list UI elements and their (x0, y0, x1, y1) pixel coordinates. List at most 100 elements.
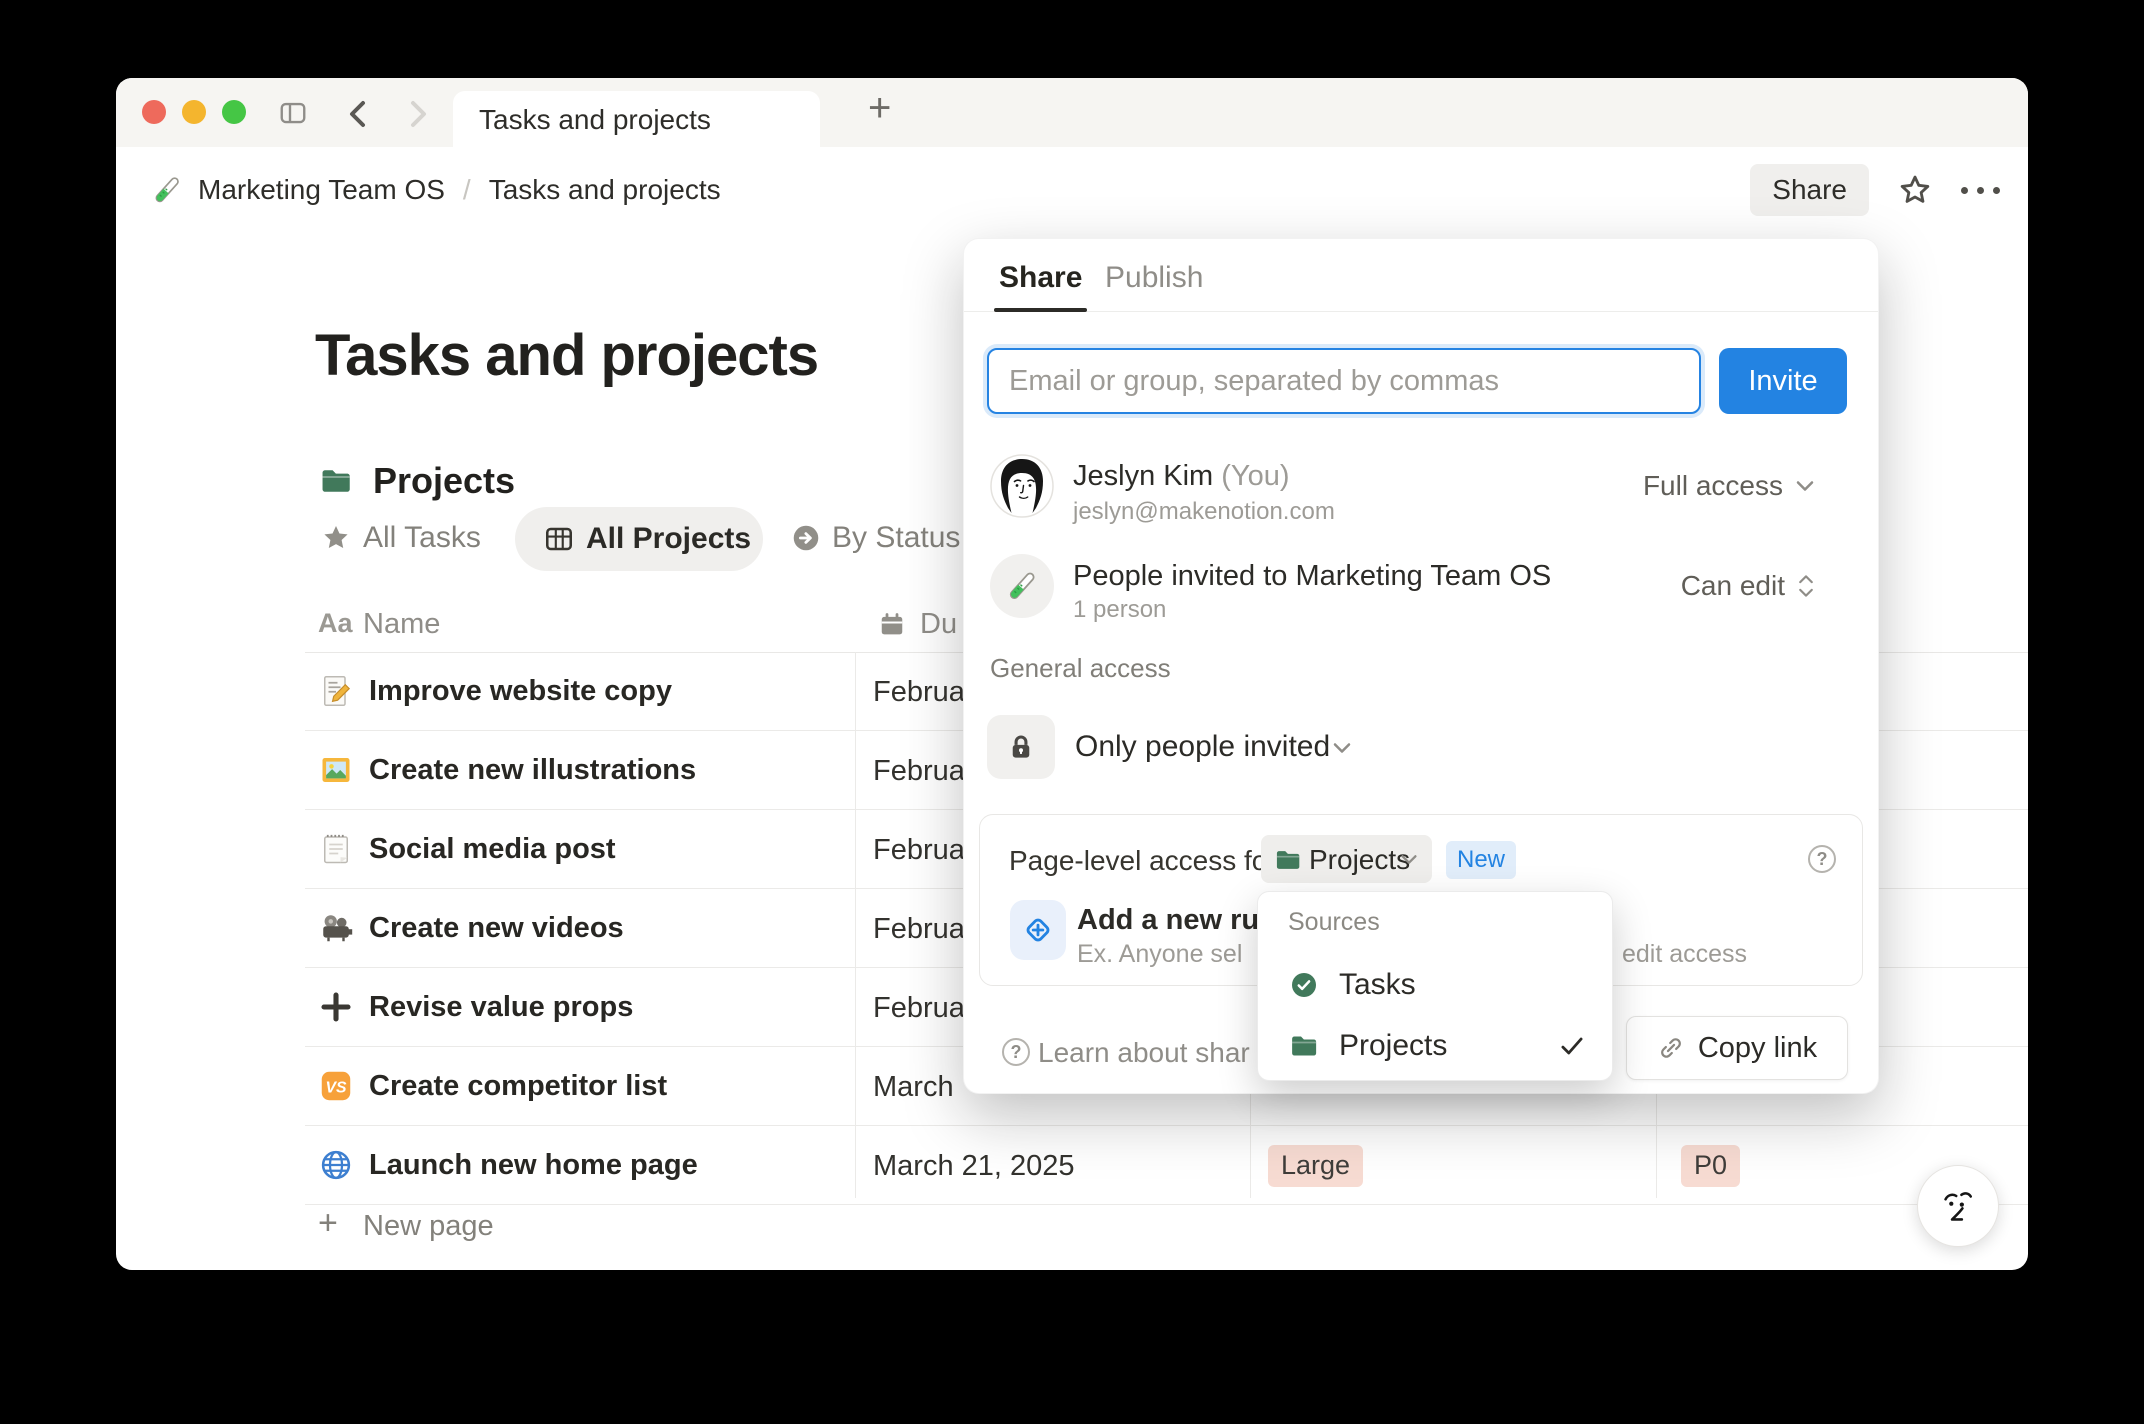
breadcrumb-separator: / (462, 174, 471, 205)
star-icon (320, 522, 352, 554)
minimize-window-button[interactable] (182, 100, 206, 124)
notion-window: Tasks and projects + Marketing Team OS /… (116, 78, 2028, 1270)
new-page-button[interactable]: + New page (305, 1198, 2028, 1256)
copy-link-button[interactable]: Copy link (1626, 1016, 1848, 1080)
new-page-label: New page (363, 1210, 494, 1242)
zoom-window-button[interactable] (222, 100, 246, 124)
heavy-plus-icon (318, 989, 354, 1025)
row-due-date[interactable]: Februa (873, 992, 965, 1025)
close-window-button[interactable] (142, 100, 166, 124)
tab-title: Tasks and projects (479, 104, 711, 135)
member-count: 1 person (1073, 596, 1167, 623)
general-access-dropdown[interactable]: Only people invited (1075, 730, 1330, 764)
table-row[interactable]: Launch new home page March 21, 2025 Larg… (305, 1126, 2028, 1205)
breadcrumb-page[interactable]: Tasks and projects (489, 174, 721, 206)
forward-icon[interactable] (402, 99, 432, 129)
notion-ai-button[interactable] (1917, 1165, 1999, 1247)
row-name[interactable]: Create new videos (369, 912, 624, 945)
due-column-header[interactable]: Du (920, 608, 957, 641)
access-dropdown-full-access[interactable]: Full access (1643, 470, 1815, 502)
copy-link-label: Copy link (1697, 1031, 1818, 1064)
breadcrumb-workspace[interactable]: Marketing Team OS (198, 174, 445, 206)
section-heading: Projects (319, 460, 515, 502)
check-circle-icon (1289, 970, 1319, 1000)
plus-icon: + (318, 1204, 338, 1242)
section-title[interactable]: Projects (373, 460, 515, 502)
new-badge: New (1446, 841, 1517, 879)
green-folder-icon (1274, 846, 1302, 874)
tab-share[interactable]: Share (999, 261, 1082, 295)
row-name[interactable]: Create new illustrations (369, 754, 696, 787)
window-titlebar: Tasks and projects + (116, 78, 2028, 147)
link-icon (1657, 1034, 1685, 1062)
vs-icon: VS (318, 1068, 354, 1104)
view-tab-by-status[interactable]: By Status (832, 521, 960, 555)
tab-tasks-and-projects[interactable]: Tasks and projects (453, 91, 820, 147)
row-name[interactable]: Revise value props (369, 991, 633, 1024)
chevron-up-down-icon (1797, 573, 1815, 599)
green-folder-icon (319, 464, 353, 498)
green-folder-icon (1289, 1031, 1319, 1061)
page-header-bar: Marketing Team OS / Tasks and projects S… (116, 147, 2028, 233)
invite-button[interactable]: Invite (1719, 348, 1847, 414)
member-email: jeslyn@makenotion.com (1073, 498, 1335, 525)
avatar (990, 454, 1054, 518)
sources-menu: Sources Tasks Projects (1257, 891, 1613, 1081)
share-button[interactable]: Share (1750, 164, 1869, 216)
row-name[interactable]: Improve website copy (369, 675, 672, 708)
page-level-access-label: Page-level access for (1009, 845, 1277, 876)
sidebar-toggle-icon[interactable] (276, 98, 310, 128)
view-tab-all-projects[interactable]: All Projects (515, 507, 763, 571)
framed-picture-icon (318, 752, 354, 788)
tab-publish[interactable]: Publish (1105, 261, 1203, 295)
sources-item-projects[interactable]: Projects (1258, 1016, 1612, 1076)
chevron-down-icon (1795, 479, 1815, 493)
rule-hint-text: edit access (1622, 940, 1748, 968)
sources-menu-title: Sources (1288, 908, 1380, 936)
header-actions: Share (1750, 147, 2000, 233)
access-dropdown-can-edit[interactable]: Can edit (1681, 570, 1815, 602)
workspace-group-avatar (990, 554, 1054, 618)
page-title: Tasks and projects (315, 323, 819, 388)
favorite-star-icon[interactable] (1897, 172, 1933, 208)
member-name: People invited to Marketing Team OS (1073, 560, 1552, 592)
chevron-down-icon (1332, 741, 1352, 755)
notion-ai-face-icon (1935, 1183, 1981, 1229)
row-name[interactable]: Create competitor list (369, 1070, 667, 1103)
table-grid-icon (543, 523, 575, 555)
help-icon: ? (1002, 1038, 1030, 1066)
target-page-dropdown[interactable]: Projects (1261, 835, 1432, 883)
calendar-icon (877, 610, 907, 640)
back-icon[interactable] (344, 99, 374, 129)
invite-email-input[interactable] (987, 348, 1701, 414)
more-options-icon[interactable] (1961, 186, 2000, 194)
sources-item-tasks[interactable]: Tasks (1258, 955, 1612, 1015)
new-tab-button[interactable]: + (868, 86, 891, 131)
memo-icon (318, 673, 354, 709)
size-badge[interactable]: Large (1268, 1145, 1364, 1187)
general-access-label: General access (990, 653, 1171, 683)
globe-icon (318, 1147, 354, 1183)
learn-about-sharing-link[interactable]: Learn about shar (1038, 1037, 1250, 1069)
name-column-header[interactable]: Name (363, 608, 440, 641)
row-due-date[interactable]: Februa (873, 913, 965, 946)
view-tab-all-tasks[interactable]: All Tasks (363, 521, 481, 555)
member-name: Jeslyn Kim (You) (1073, 460, 1290, 492)
help-icon[interactable]: ? (1808, 845, 1836, 873)
spiral-notepad-icon (318, 831, 354, 867)
row-due-date[interactable]: March (873, 1071, 954, 1104)
row-name[interactable]: Launch new home page (369, 1149, 698, 1182)
share-dialog: Share Publish Invite Jeslyn Kim (You) je… (963, 238, 1879, 1094)
row-name[interactable]: Social media post (369, 833, 616, 866)
active-tab-underline (994, 308, 1087, 312)
checkmark-icon (1558, 1032, 1586, 1060)
priority-badge[interactable]: P0 (1681, 1145, 1741, 1187)
row-due-date[interactable]: March 21, 2025 (873, 1150, 1075, 1183)
add-rule-button[interactable]: Add a new ru (1077, 904, 1259, 937)
lock-icon (987, 715, 1055, 779)
row-due-date[interactable]: Februa (873, 834, 965, 867)
test-tube-icon (150, 173, 184, 207)
arrow-circle-icon (790, 522, 822, 554)
row-due-date[interactable]: Februa (873, 676, 965, 709)
row-due-date[interactable]: Februa (873, 755, 965, 788)
